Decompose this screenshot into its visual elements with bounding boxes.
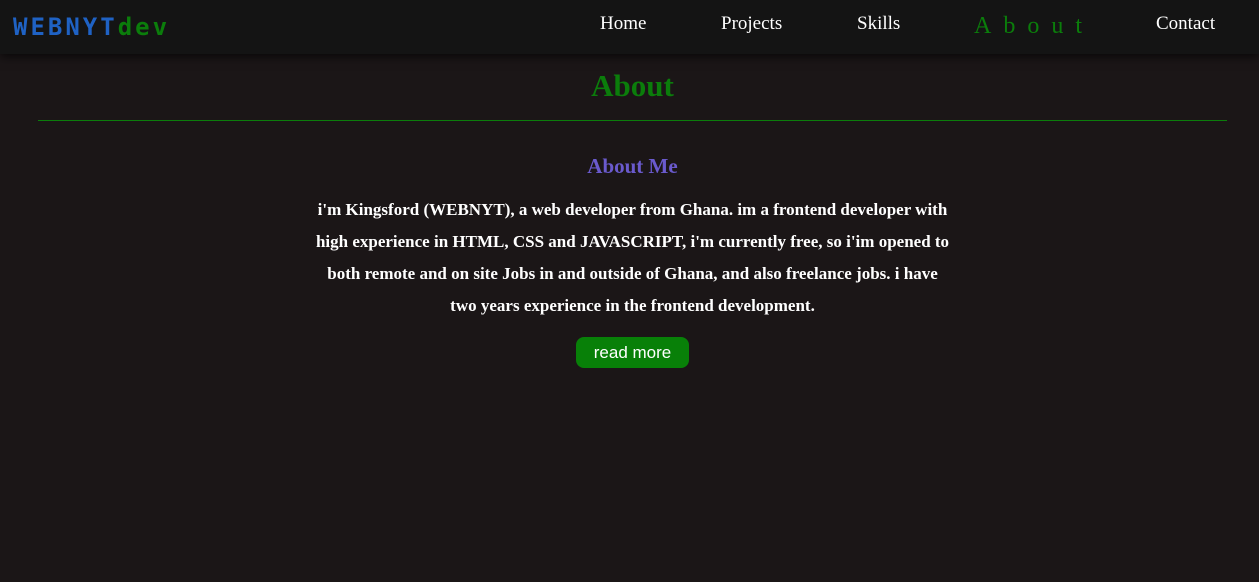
nav-link-skills[interactable]: Skills — [857, 12, 900, 36]
page-title: About — [591, 68, 674, 103]
nav-link-contact[interactable]: Contact — [1156, 12, 1215, 36]
title-divider — [38, 120, 1227, 121]
logo-text-primary: WEBNYT — [13, 13, 118, 41]
top-navbar: WEBNYTdev Home Projects Skills About Con… — [0, 0, 1259, 54]
site-logo[interactable]: WEBNYTdev — [13, 12, 170, 42]
read-more-button[interactable]: read more — [576, 337, 689, 368]
nav-link-home[interactable]: Home — [600, 12, 646, 36]
logo-text-secondary: dev — [117, 13, 171, 41]
about-paragraph: i'm Kingsford (WEBNYT), a web developer … — [315, 200, 950, 315]
nav-link-projects[interactable]: Projects — [721, 12, 782, 36]
about-me-heading: About Me — [587, 154, 678, 178]
nav-link-about[interactable]: About — [974, 12, 1094, 40]
